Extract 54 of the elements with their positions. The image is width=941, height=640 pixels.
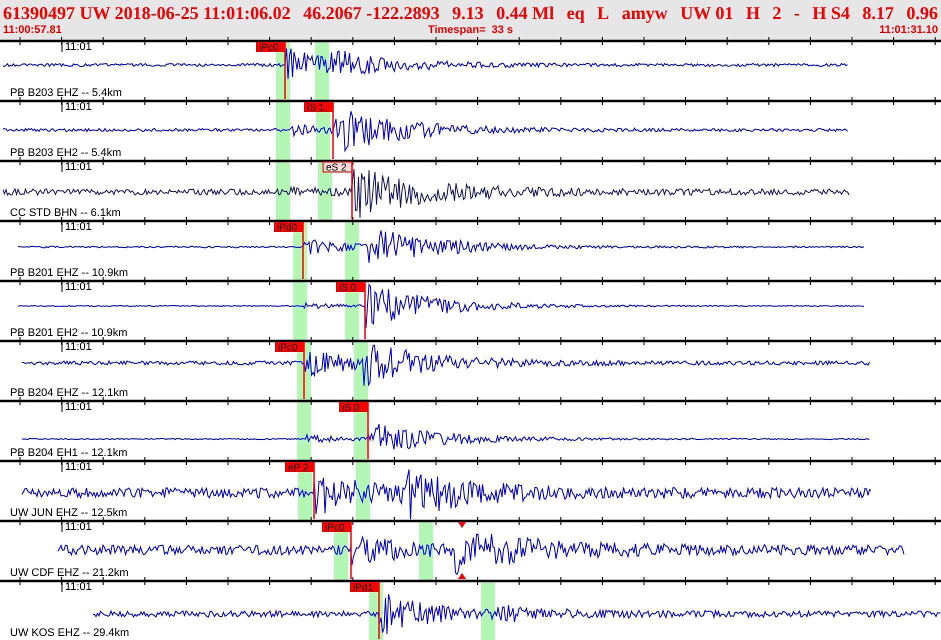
end-time: 11:01:31.10	[879, 24, 938, 37]
start-time: 11:00:57.81	[3, 24, 62, 37]
event-summary-field: eq	[566, 2, 585, 24]
pick-flag[interactable]: iS 0	[339, 402, 369, 459]
time-label: 11:01	[65, 521, 92, 533]
event-summary-field: 2	[772, 2, 782, 24]
pick-flag[interactable]: iPd0	[274, 222, 304, 279]
event-summary-field: 46.2067 -122.2893	[303, 2, 440, 24]
event-summary-field: 61390497 UW 2018-06-25 11:01:06.02	[3, 2, 291, 24]
window-band	[293, 280, 307, 340]
station-label: UW CDF EHZ -- 21.2km	[10, 567, 129, 579]
time-label: 11:01	[65, 581, 92, 593]
event-summary-field: -	[794, 2, 800, 24]
station-label: PB B204 EHZ -- 12.1km	[10, 387, 128, 399]
station-label: UW JUN EHZ -- 12.5km	[10, 507, 128, 519]
pick-flag[interactable]: iS 1	[304, 102, 334, 159]
timespan-label: Timespan= 33 s	[428, 24, 514, 37]
pick-flag[interactable]: eS 2	[322, 162, 353, 219]
time-label: 11:01	[65, 281, 92, 293]
time-label: 11:01	[65, 341, 92, 353]
time-label: 11:01	[65, 461, 92, 473]
event-summary-field: H S4	[812, 2, 850, 24]
time-label: 11:01	[65, 101, 92, 113]
station-label: PB B201 EHZ -- 10.9km	[10, 267, 128, 279]
event-summary-field: L	[597, 2, 610, 24]
station-label: PB B204 EH1 -- 12.1km	[10, 447, 128, 459]
pick-flag[interactable]: iS 0	[336, 282, 366, 339]
pick-flag[interactable]: iPd1	[350, 582, 380, 639]
time-label: 11:01	[65, 41, 92, 53]
pick-flag[interactable]: iPc0	[322, 522, 352, 579]
event-summary-field: amyw	[622, 2, 668, 24]
station-label: PB B203 EHZ -- 5.4km	[10, 87, 122, 99]
event-summary-field: UW 01	[680, 2, 734, 24]
pick-flag[interactable]: eP 2	[285, 462, 315, 519]
pick-flag[interactable]: iPc0	[256, 42, 286, 99]
window-band	[276, 100, 290, 160]
time-label: 11:01	[65, 221, 92, 233]
event-summary-field: H	[746, 2, 760, 24]
pick-marker[interactable]	[458, 522, 466, 579]
pick-flag[interactable]: iPc0	[275, 342, 305, 399]
event-summary-field: 9.13	[452, 2, 484, 24]
station-label: CC STD BHN -- 6.1km	[10, 207, 121, 219]
event-summary-field: 8.17	[862, 2, 894, 24]
station-label: UW KOS EHZ -- 29.4km	[10, 627, 130, 639]
window-band	[345, 220, 359, 280]
time-label: 11:01	[65, 161, 92, 173]
station-label: PB B201 EH2 -- 10.9km	[10, 327, 128, 339]
event-summary-field: 0.44 Ml	[496, 2, 554, 24]
window-band	[481, 580, 495, 640]
window-band	[276, 160, 290, 220]
station-label: PB B203 EH2 -- 5.4km	[10, 147, 122, 159]
event-summary-field: 0.96	[906, 2, 938, 24]
time-label: 11:01	[65, 401, 92, 413]
window-band	[297, 400, 311, 460]
